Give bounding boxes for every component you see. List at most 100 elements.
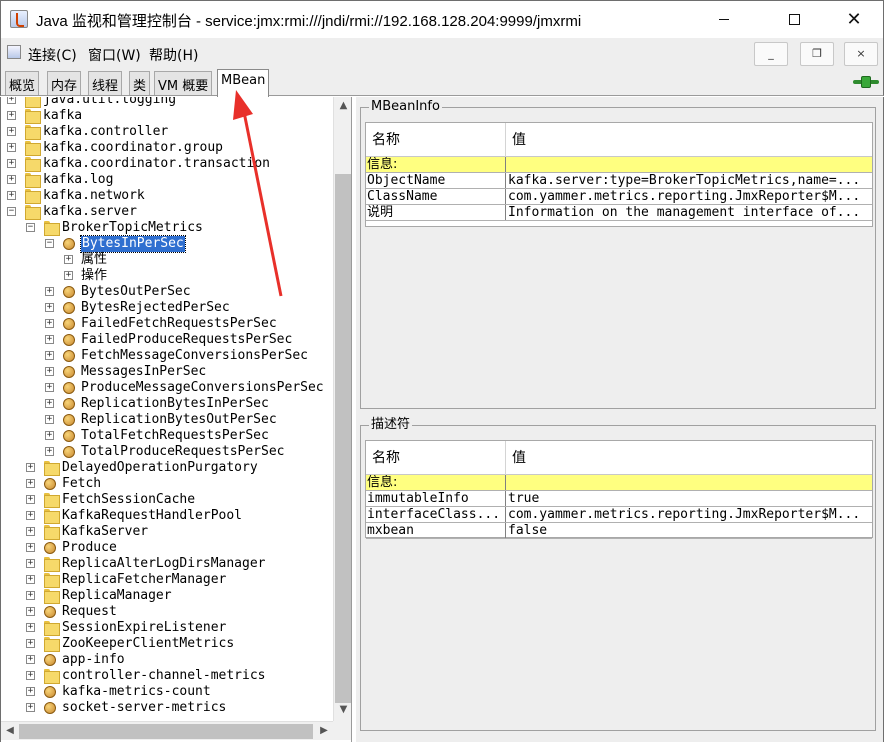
- expand-icon[interactable]: +: [45, 303, 54, 312]
- tree-node[interactable]: + ProduceMessageConversionsPerSec: [1, 380, 333, 396]
- expand-icon[interactable]: +: [26, 559, 35, 568]
- tree-node-label[interactable]: Request: [62, 604, 117, 620]
- tree-vertical-scroll-thumb[interactable]: [335, 174, 351, 703]
- tab-memory[interactable]: 内存: [47, 71, 82, 95]
- column-header-value[interactable]: 值: [506, 123, 872, 157]
- tree-node[interactable]: + kafka.controller: [1, 124, 333, 140]
- collapse-icon[interactable]: −: [45, 239, 54, 248]
- tree-node[interactable]: + kafka.coordinator.transaction: [1, 156, 333, 172]
- tree-node[interactable]: + Fetch: [1, 476, 333, 492]
- expand-icon[interactable]: +: [45, 447, 54, 456]
- tree-horizontal-scrollbar[interactable]: ◀ ▶: [1, 721, 333, 740]
- tree-node-label[interactable]: SessionExpireListener: [62, 620, 226, 636]
- collapse-icon[interactable]: −: [26, 223, 35, 232]
- tree-node-label[interactable]: FailedFetchRequestsPerSec: [81, 316, 277, 332]
- tree-node[interactable]: + ReplicationBytesInPerSec: [1, 396, 333, 412]
- tree-node-label[interactable]: BytesInPerSec: [80, 235, 186, 253]
- expand-icon[interactable]: +: [7, 97, 16, 104]
- tree-node[interactable]: + MessagesInPerSec: [1, 364, 333, 380]
- expand-icon[interactable]: +: [45, 415, 54, 424]
- tree-node[interactable]: + ZooKeeperClientMetrics: [1, 636, 333, 652]
- column-header-name[interactable]: 名称: [366, 123, 506, 157]
- expand-icon[interactable]: +: [45, 335, 54, 344]
- expand-icon[interactable]: +: [64, 255, 73, 264]
- expand-icon[interactable]: +: [26, 463, 35, 472]
- close-button[interactable]: ✕: [831, 1, 877, 38]
- tree-node[interactable]: + kafka-metrics-count: [1, 684, 333, 700]
- tree-node[interactable]: + FailedFetchRequestsPerSec: [1, 316, 333, 332]
- tree-node-label[interactable]: kafka.coordinator.group: [43, 140, 223, 156]
- tree-node[interactable]: + socket-server-metrics: [1, 700, 333, 716]
- expand-icon[interactable]: +: [45, 367, 54, 376]
- tree-node-label[interactable]: 操作: [81, 268, 107, 284]
- expand-icon[interactable]: +: [26, 495, 35, 504]
- tree-node[interactable]: + TotalProduceRequestsPerSec: [1, 444, 333, 460]
- expand-icon[interactable]: +: [7, 111, 16, 120]
- tab-mbean[interactable]: MBean: [217, 69, 270, 97]
- row-value[interactable]: false: [507, 523, 872, 538]
- expand-icon[interactable]: +: [45, 351, 54, 360]
- expand-icon[interactable]: +: [64, 271, 73, 280]
- column-header-value[interactable]: 值: [506, 441, 872, 475]
- tree-node-label[interactable]: BytesRejectedPerSec: [81, 300, 230, 316]
- tree-node[interactable]: + TotalFetchRequestsPerSec: [1, 428, 333, 444]
- tree-node[interactable]: + controller-channel-metrics: [1, 668, 333, 684]
- tree-node-label[interactable]: socket-server-metrics: [62, 700, 226, 716]
- tree-node-label[interactable]: TotalProduceRequestsPerSec: [81, 444, 285, 460]
- tree-node[interactable]: + SessionExpireListener: [1, 620, 333, 636]
- column-header-name[interactable]: 名称: [366, 441, 506, 475]
- expand-icon[interactable]: +: [26, 479, 35, 488]
- expand-icon[interactable]: +: [7, 191, 16, 200]
- tree-node-label[interactable]: kafka.controller: [43, 124, 168, 140]
- tree-node[interactable]: + Request: [1, 604, 333, 620]
- scroll-right-icon[interactable]: ▶: [315, 722, 333, 740]
- tree-node-label[interactable]: app-info: [62, 652, 125, 668]
- row-value[interactable]: kafka.server:type=BrokerTopicMetrics,nam…: [507, 173, 872, 188]
- collapse-icon[interactable]: −: [7, 207, 16, 216]
- expand-icon[interactable]: +: [26, 591, 35, 600]
- internal-restore-button[interactable]: ❐: [800, 42, 834, 66]
- expand-icon[interactable]: +: [26, 703, 35, 712]
- tree-node[interactable]: + FailedProduceRequestsPerSec: [1, 332, 333, 348]
- tree-node-label[interactable]: kafka.log: [43, 172, 113, 188]
- tree-node[interactable]: + kafka.network: [1, 188, 333, 204]
- tree-node-label[interactable]: ReplicationBytesInPerSec: [81, 396, 269, 412]
- table-row[interactable]: ClassName com.yammer.metrics.reporting.J…: [366, 189, 872, 205]
- expand-icon[interactable]: +: [26, 527, 35, 536]
- row-value[interactable]: com.yammer.metrics.reporting.JmxReporter…: [507, 189, 872, 204]
- tree-node-label[interactable]: Fetch: [62, 476, 101, 492]
- expand-icon[interactable]: +: [7, 143, 16, 152]
- tree-node-label[interactable]: DelayedOperationPurgatory: [62, 460, 258, 476]
- tree-node[interactable]: + kafka: [1, 108, 333, 124]
- expand-icon[interactable]: +: [26, 575, 35, 584]
- table-row[interactable]: mxbean false: [366, 523, 872, 539]
- expand-icon[interactable]: +: [26, 543, 35, 552]
- tree-node[interactable]: + BytesOutPerSec: [1, 284, 333, 300]
- table-row[interactable]: ObjectName kafka.server:type=BrokerTopic…: [366, 173, 872, 189]
- tree-node[interactable]: + DelayedOperationPurgatory: [1, 460, 333, 476]
- expand-icon[interactable]: +: [26, 623, 35, 632]
- expand-icon[interactable]: +: [45, 431, 54, 440]
- table-row[interactable]: interfaceClass... com.yammer.metrics.rep…: [366, 507, 872, 523]
- tree-node-label[interactable]: ReplicaFetcherManager: [62, 572, 226, 588]
- tree-node-label[interactable]: kafka.coordinator.transaction: [43, 156, 270, 172]
- expand-icon[interactable]: +: [45, 287, 54, 296]
- tree-node[interactable]: + FetchSessionCache: [1, 492, 333, 508]
- scroll-down-icon[interactable]: ▼: [334, 701, 351, 719]
- maximize-button[interactable]: [771, 1, 817, 38]
- expand-icon[interactable]: +: [26, 655, 35, 664]
- tree-node[interactable]: + KafkaRequestHandlerPool: [1, 508, 333, 524]
- expand-icon[interactable]: +: [45, 319, 54, 328]
- tree-node-label[interactable]: kafka-metrics-count: [62, 684, 211, 700]
- tree-node[interactable]: + FetchMessageConversionsPerSec: [1, 348, 333, 364]
- menu-connection[interactable]: 连接(C): [28, 45, 77, 65]
- tree-node-label[interactable]: kafka: [43, 108, 82, 124]
- expand-icon[interactable]: +: [7, 159, 16, 168]
- tree-node[interactable]: + kafka.coordinator.group: [1, 140, 333, 156]
- tree-node-label[interactable]: BytesOutPerSec: [81, 284, 191, 300]
- tree-node-label[interactable]: ProduceMessageConversionsPerSec: [81, 380, 324, 396]
- tree-vertical-scrollbar[interactable]: ▲ ▼: [333, 97, 351, 721]
- menu-window[interactable]: 窗口(W): [88, 45, 141, 65]
- tree-node-label[interactable]: controller-channel-metrics: [62, 668, 266, 684]
- table-row[interactable]: immutableInfo true: [366, 491, 872, 507]
